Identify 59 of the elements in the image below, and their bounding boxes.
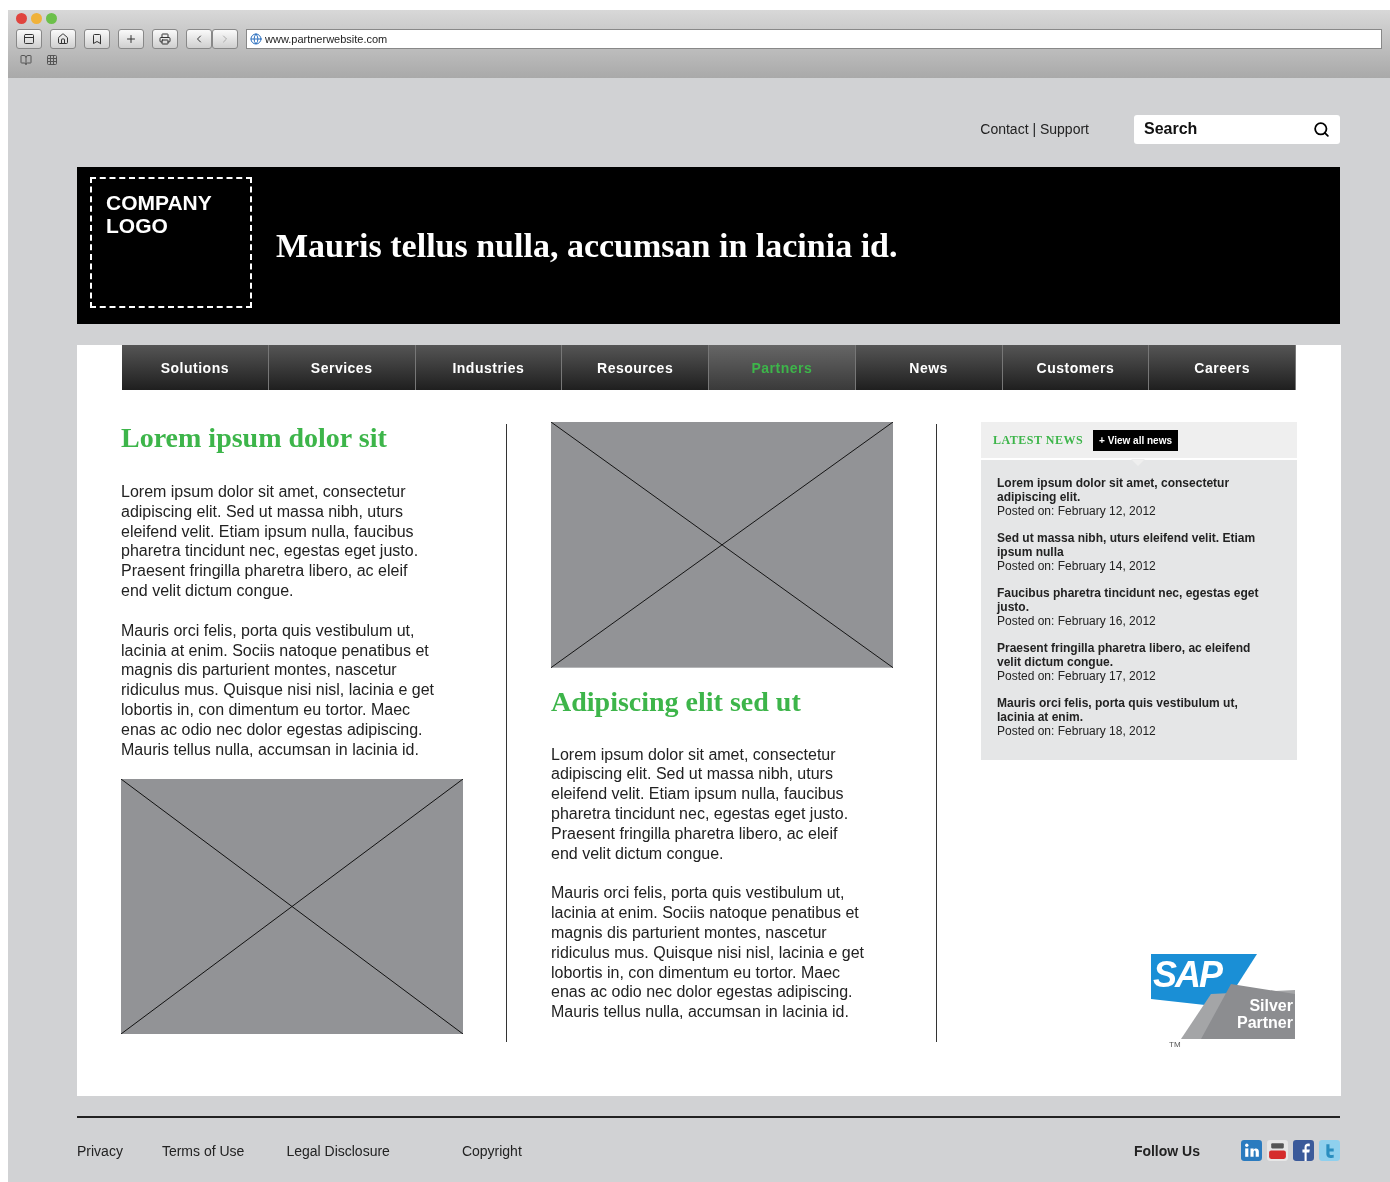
printer-icon — [159, 33, 171, 45]
grid-icon[interactable] — [46, 54, 58, 66]
address-bar[interactable]: www.partnerwebsite.com — [246, 29, 1382, 49]
toolbar-button[interactable] — [84, 29, 110, 49]
url-text: www.partnerwebsite.com — [265, 33, 388, 45]
nav-tab[interactable]: News — [855, 345, 1003, 390]
bookmark-icon — [91, 33, 103, 45]
news-date: Posted on: February 18, 2012 — [997, 724, 1157, 738]
globe-icon — [250, 33, 262, 45]
search-field[interactable]: Search — [1134, 114, 1340, 144]
facebook-icon[interactable] — [1293, 1140, 1314, 1161]
news-headline[interactable]: Mauris orci felis, porta quis vestibulum ut, lacinia at enim. — [997, 696, 1267, 724]
body-paragraph: Lorem ipsum dolor sit amet, consectetur adipiscing elit. Sed ut massa nibh, uturs eleifend velit. Etiam ipsum nulla, faucibus pharetra tincidunt nec, egestas eget justo. Praesent fringilla pharetra libero, ac eleif end velit dictum congue. — [551, 744, 850, 864]
section-heading: Lorem ipsum dolor sit — [121, 422, 388, 454]
back-button[interactable] — [186, 29, 212, 49]
follow-us-label: Follow Us — [1133, 1142, 1200, 1159]
footer-link[interactable]: Privacy — [77, 1142, 123, 1159]
company-logo: COMPANY LOGO — [90, 177, 252, 308]
nav-tab[interactable]: Industries — [415, 345, 563, 390]
nav-tab[interactable]: Resources — [562, 345, 709, 390]
section-heading: Adipiscing elit sed ut — [551, 685, 802, 718]
brand-text: SAP — [1153, 954, 1222, 996]
news-date: Posted on: February 17, 2012 — [997, 669, 1157, 683]
news-title: LATEST NEWS — [993, 432, 1084, 448]
window-control[interactable] — [16, 13, 27, 24]
tier-text: Silver — [1249, 997, 1293, 1015]
search-icon[interactable] — [1313, 120, 1330, 138]
footer-link[interactable]: Terms of Use — [161, 1142, 245, 1159]
news-date: Posted on: February 16, 2012 — [997, 614, 1157, 628]
news-headline[interactable]: Praesent fringilla pharetra libero, ac eleifend velit dictum congue. — [997, 641, 1267, 669]
news-headline[interactable]: Faucibus pharetra tincidunt nec, egestas eget justo. — [997, 586, 1267, 614]
twitter-icon[interactable] — [1319, 1140, 1340, 1161]
body-paragraph: Mauris orci felis, porta quis vestibulum ut, lacinia at enim. Sociis natoque penatibus et magnis dis parturient montes, nascetur ridiculus mus. Quisque nisi nisl, lacinia e get lobortis in, con dimentum eu tortor. Maec enas ac odio nec dolor egestas adipiscing. Mauris tellus nulla, accumsan in lacinia id. — [121, 620, 436, 760]
book-icon[interactable] — [20, 54, 32, 66]
view-all-news-button[interactable]: + View all news — [1093, 429, 1178, 451]
nav-tab[interactable]: Customers — [1002, 345, 1150, 390]
toolbar-button[interactable] — [50, 29, 76, 49]
forward-button[interactable] — [212, 29, 238, 49]
footer-link[interactable]: Copyright — [461, 1142, 522, 1159]
nav-tab[interactable]: Services — [268, 345, 416, 390]
partner-text: Partner — [1236, 1014, 1293, 1032]
nav-tab[interactable]: Careers — [1149, 345, 1296, 390]
contact-support-links[interactable]: Contact | Support — [980, 121, 1089, 137]
linkedin-icon[interactable] — [1241, 1140, 1262, 1161]
news-headline[interactable]: Sed ut massa nibh, uturs eleifend velit. Etiam ipsum nulla — [997, 531, 1267, 559]
nav-tab[interactable]: Solutions — [122, 345, 269, 390]
window-icon — [23, 33, 35, 45]
trademark-text: TM — [1169, 1040, 1181, 1049]
toolbar-button[interactable] — [16, 29, 42, 49]
news-date: Posted on: February 14, 2012 — [997, 559, 1157, 573]
footer-link[interactable]: Legal Disclosure — [286, 1142, 390, 1159]
body-paragraph: Lorem ipsum dolor sit amet, consectetur adipiscing elit. Sed ut massa nibh, uturs eleifend velit. Etiam ipsum nulla, faucibus pharetra tincidunt nec, egestas eget justo. Praesent fringilla pharetra libero, ac eleif end velit dictum congue. — [121, 482, 420, 601]
home-icon — [57, 33, 69, 45]
plus-icon — [125, 33, 137, 45]
news-headline[interactable]: Lorem ipsum dolor sit amet, consectetur adipiscing elit. — [997, 476, 1267, 504]
toolbar-button[interactable] — [152, 29, 178, 49]
news-date: Posted on: February 12, 2012 — [997, 504, 1157, 518]
banner-headline: Mauris tellus nulla, accumsan in lacinia id. — [276, 226, 898, 265]
body-paragraph: Mauris orci felis, porta quis vestibulum ut, lacinia at enim. Sociis natoque penatibus et magnis dis parturient montes, nascetur ridiculus mus. Quisque nisi nisl, lacinia e get lobortis in, con dimentum eu tortor. Maec enas ac odio nec dolor egestas adipiscing. Mauris tellus nulla, accumsan in lacinia id. — [551, 883, 866, 1022]
